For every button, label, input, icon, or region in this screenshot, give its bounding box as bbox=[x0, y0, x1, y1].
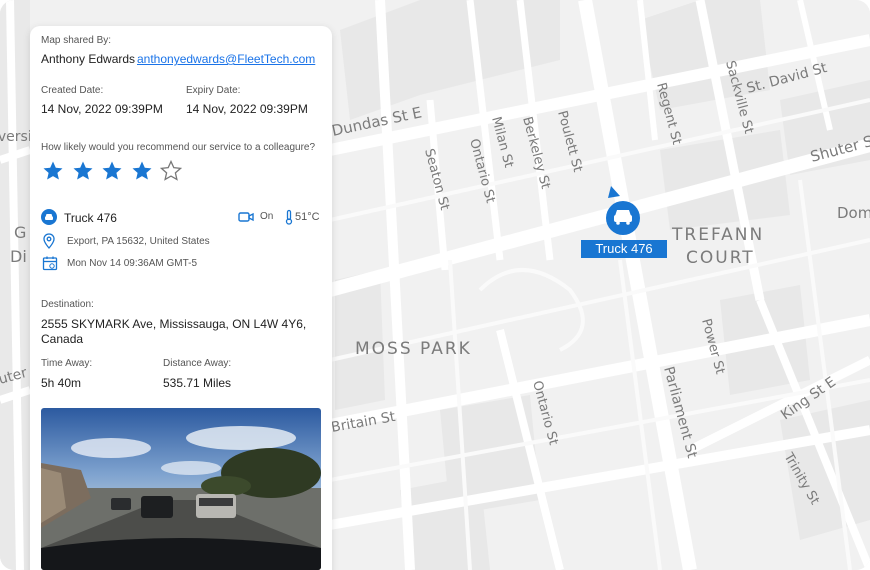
vehicle-timestamp: Mon Nov 14 09:36AM GMT-5 bbox=[67, 258, 198, 269]
star-icon-filled[interactable] bbox=[101, 160, 123, 182]
camera-status: On bbox=[260, 211, 274, 222]
time-away-value: 5h 40m bbox=[41, 376, 82, 390]
temperature-value: 51°C bbox=[295, 211, 320, 223]
created-date-label: Created Date: bbox=[41, 85, 104, 96]
area-label-court: COURT bbox=[686, 248, 755, 268]
shared-by-name: Anthony Edwards bbox=[41, 52, 136, 66]
truck-icon bbox=[41, 209, 57, 225]
rating-question: How likely would you recommend our servi… bbox=[41, 142, 316, 153]
area-label-moss-park: MOSS PARK bbox=[355, 339, 472, 359]
destination-label: Destination: bbox=[41, 299, 94, 310]
star-icon-filled[interactable] bbox=[131, 160, 153, 182]
destination-address-line2: Canada bbox=[41, 332, 84, 346]
expiry-date-label: Expiry Date: bbox=[186, 85, 241, 96]
shared-by-email-link[interactable]: anthonyedwards@FleetTech.com bbox=[137, 52, 315, 66]
distance-away-label: Distance Away: bbox=[163, 358, 232, 369]
calendar-icon bbox=[42, 256, 58, 271]
location-pin-icon bbox=[43, 233, 55, 249]
time-away-label: Time Away: bbox=[41, 358, 93, 369]
street-label: G bbox=[14, 223, 26, 242]
vehicle-location: Export, PA 15632, United States bbox=[67, 236, 210, 247]
camera-icon bbox=[238, 212, 254, 222]
vehicle-name: Truck 476 bbox=[64, 211, 117, 225]
created-date-value: 14 Nov, 2022 09:39PM bbox=[41, 102, 163, 116]
star-icon-filled[interactable] bbox=[72, 160, 94, 182]
street-label: iversi bbox=[0, 129, 32, 145]
star-icon-empty[interactable] bbox=[160, 160, 182, 182]
area-label-trefann: TREFANN bbox=[671, 225, 764, 245]
dashcam-image[interactable] bbox=[41, 408, 321, 570]
distance-away-value: 535.71 Miles bbox=[163, 376, 232, 390]
shared-map-view: MOSS PARK TREFANN COURT Dundas St E Seat… bbox=[0, 0, 870, 570]
street-label: Di bbox=[10, 247, 27, 266]
expiry-date-value: 14 Nov, 2022 09:39PM bbox=[186, 102, 308, 116]
shared-by-label: Map shared By: bbox=[41, 35, 112, 46]
star-icon-filled[interactable] bbox=[42, 160, 64, 182]
destination-address-line1: 2555 SKYMARK Ave, Mississauga, ON L4W 4Y… bbox=[41, 317, 307, 331]
street-label: Dom bbox=[837, 204, 870, 222]
truck-marker-label[interactable]: Truck 476 bbox=[581, 240, 667, 258]
